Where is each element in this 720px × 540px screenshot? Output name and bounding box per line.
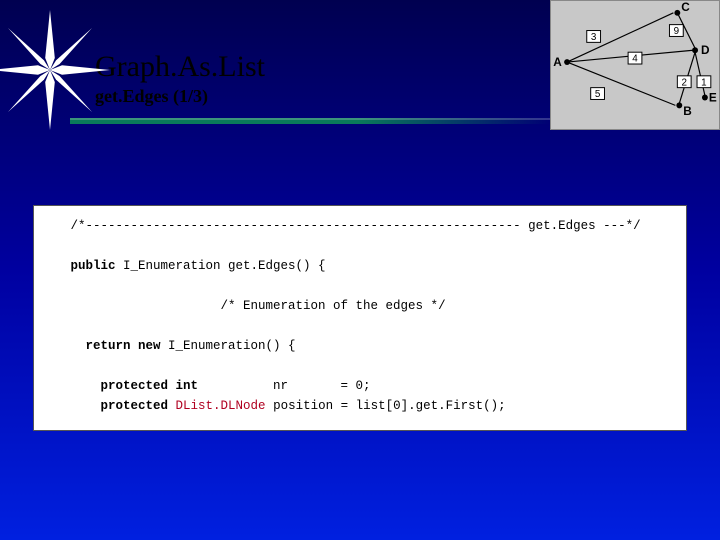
- node-c-label: C: [681, 1, 690, 14]
- node-b-label: B: [683, 104, 692, 118]
- title-divider: [70, 118, 550, 124]
- code-keyword: public: [48, 259, 116, 273]
- edge-weight: 2: [681, 77, 686, 88]
- code-comment: /*--------------------------------------…: [48, 219, 641, 233]
- code-comment: /* Enumeration of the edges */: [48, 299, 446, 313]
- code-text: I_Enumeration get.Edges() {: [116, 259, 326, 273]
- starburst-icon: [0, 10, 110, 130]
- edge-weight: 5: [595, 89, 601, 100]
- edge-weight: 1: [701, 77, 706, 88]
- edge-weight: 9: [674, 26, 679, 37]
- code-text: position = list[0].get.First();: [266, 399, 506, 413]
- node-e-label: E: [709, 90, 717, 104]
- node-d-label: D: [701, 43, 710, 57]
- edge-weight: 4: [632, 54, 638, 65]
- code-keyword: protected: [48, 399, 168, 413]
- graph-thumbnail: A C D B E 3 9 4 2 1 5: [550, 0, 720, 130]
- code-text: I_Enumeration() {: [161, 339, 296, 353]
- code-text: nr = 0;: [198, 379, 371, 393]
- code-keyword: return new: [48, 339, 161, 353]
- code-type: DList.DLNode: [168, 399, 266, 413]
- code-panel: /*--------------------------------------…: [33, 205, 687, 431]
- code-keyword: protected int: [48, 379, 198, 393]
- edge-weight: 3: [591, 32, 597, 43]
- node-a-label: A: [553, 55, 562, 69]
